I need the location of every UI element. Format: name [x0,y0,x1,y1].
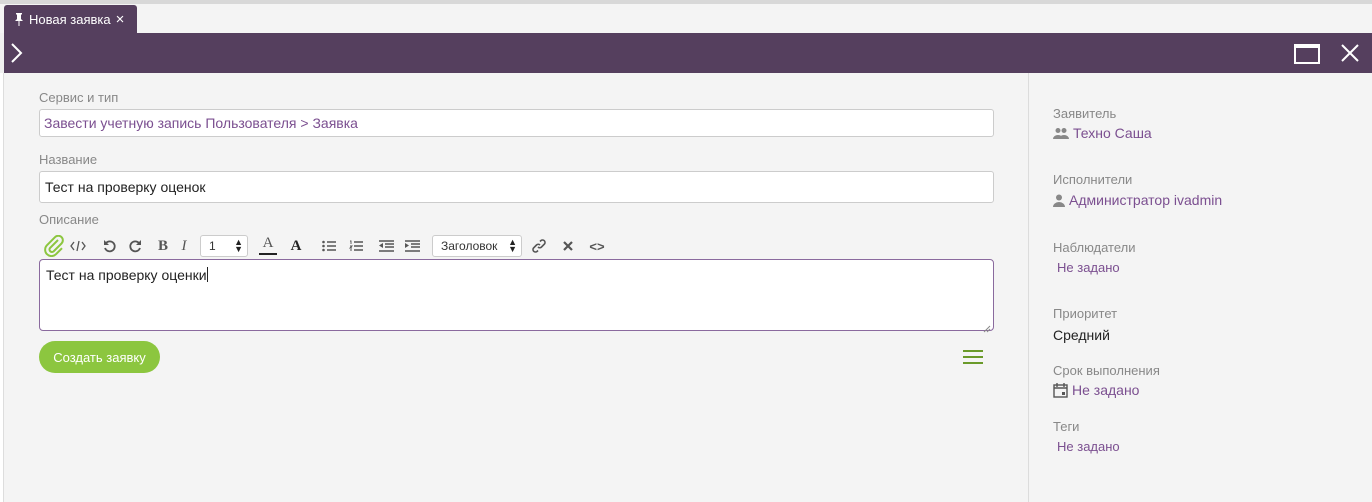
name-field[interactable]: Тест на проверку оценок [39,171,994,203]
editor-toolbar: B I 1 ▲ ▼ A A Заголовок ▲ ▼ <> [39,233,999,259]
bold-button[interactable]: B [155,233,171,259]
heading-select-value: Заголовок [441,239,498,253]
create-request-button[interactable]: Создать заявку [39,341,160,373]
tags-label: Теги [1053,419,1080,434]
redo-icon[interactable] [127,233,143,259]
select-arrows-icon: ▲ ▼ [234,237,243,254]
pin-icon[interactable] [13,12,25,26]
description-label: Описание [39,212,99,227]
heading-select[interactable]: Заголовок ▲ ▼ [432,235,522,257]
calendar-icon [1053,382,1068,398]
font-color-button[interactable]: A [259,233,277,255]
window-titlebar [4,33,1372,73]
sidebar-divider [1028,73,1029,502]
numbered-list-icon[interactable] [348,233,364,259]
maximize-icon[interactable] [1294,44,1320,64]
description-text: Тест на проверку оценки [46,267,207,283]
user-icon [1053,194,1065,207]
select-arrows-icon: ▲ ▼ [508,237,517,254]
hamburger-menu-icon[interactable] [961,348,985,366]
tab-title: Новая заявка [29,11,111,27]
source-code-icon[interactable] [69,233,87,259]
description-editor[interactable]: Тест на проверку оценки [39,259,994,333]
service-field[interactable]: Завести учетную запись Пользователя > За… [39,109,994,137]
tags-value[interactable]: Не задано [1057,439,1120,454]
executors-value[interactable]: Администратор ivadmin [1053,192,1222,208]
requester-name: Техно Саша [1073,125,1152,141]
executors-label: Исполнители [1053,172,1133,187]
resize-handle-icon[interactable] [983,320,991,333]
chevron-right-icon[interactable] [8,42,24,64]
name-label: Название [39,152,98,167]
request-form-panel: Сервис и тип Завести учетную запись Поль… [4,73,1372,502]
requester-label: Заявитель [1053,106,1117,121]
watchers-label: Наблюдатели [1053,240,1136,255]
font-size-value: 1 [209,239,216,253]
background-color-button[interactable]: A [288,233,304,259]
tab-close-icon[interactable]: × [116,12,125,27]
users-group-icon [1053,127,1069,140]
executor-name: Администратор ivadmin [1069,192,1223,208]
service-label: Сервис и тип [39,90,119,105]
tab-new-request[interactable]: Новая заявка × [4,5,137,33]
deadline-value[interactable]: Не задано [1053,382,1139,398]
font-size-select[interactable]: 1 ▲ ▼ [200,235,248,257]
deadline-text: Не задано [1072,382,1140,398]
close-icon[interactable] [1340,43,1360,63]
text-caret [206,267,208,282]
priority-label: Приоритет [1053,306,1118,321]
bullet-list-icon[interactable] [321,233,337,259]
priority-value[interactable]: Средний [1053,327,1110,343]
outdent-icon[interactable] [378,233,394,259]
code-view-button[interactable]: <> [588,233,606,259]
italic-button[interactable]: I [177,233,191,259]
indent-icon[interactable] [404,233,420,259]
tab-strip: Новая заявка × [0,4,1372,33]
requester-value[interactable]: Техно Саша [1053,125,1152,141]
undo-icon[interactable] [102,233,118,259]
paperclip-icon[interactable] [43,233,65,259]
watchers-value[interactable]: Не задано [1057,260,1120,275]
remove-format-icon[interactable] [560,233,576,259]
link-icon[interactable] [531,233,547,259]
deadline-label: Срок выполнения [1053,363,1160,378]
